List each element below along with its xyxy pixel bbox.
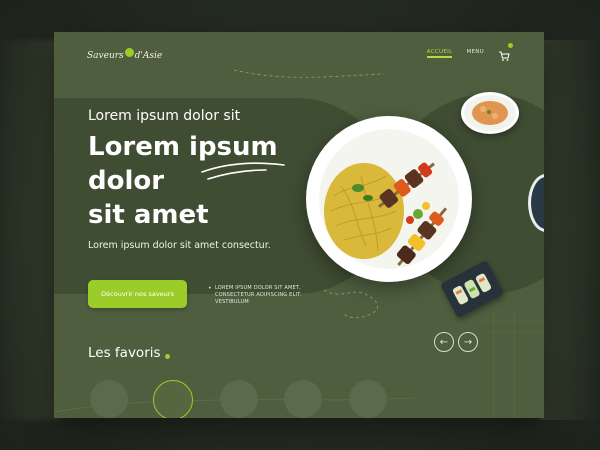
nav-item-menu[interactable]: MENU [466, 49, 484, 58]
hero-subtitle: Lorem ipsum dolor sit amet consectur. [88, 240, 271, 251]
arrow-right-icon: → [463, 336, 473, 348]
main-dish-plate [306, 116, 472, 282]
favorites-dot-icon [164, 353, 170, 359]
headline-line-1: Lorem ipsum [88, 132, 278, 162]
cart-icon [499, 51, 510, 61]
favorite-item-4[interactable] [284, 380, 322, 418]
logo-text-part2: d'Asie [134, 51, 163, 61]
favorites-title: Les favoris [88, 345, 161, 361]
favorite-item-3[interactable] [220, 380, 258, 418]
logo-leaf-icon [124, 47, 134, 57]
nav-item-accueil[interactable]: ACCUEIL [426, 49, 453, 58]
favorite-item-5[interactable] [349, 380, 387, 418]
logo-text-part1: Saveurs [87, 51, 124, 61]
favorite-item-2[interactable] [153, 380, 193, 418]
hero-kicker: Lorem ipsum dolor sit [88, 108, 241, 124]
cart-badge-dot [508, 43, 513, 48]
side-dish-plate-top [461, 92, 519, 134]
cart-button[interactable] [498, 43, 513, 61]
tagline-text: LOREM IPSUM DOLOR SIT AMET, CONSECTETUR … [215, 285, 302, 305]
shrimp-dish-image [464, 95, 516, 131]
hero-tagline: • LOREM IPSUM DOLOR SIT AMET, CONSECTETU… [208, 285, 319, 306]
discover-flavors-button[interactable]: Découvrir nos saveurs [88, 280, 187, 308]
noodles-skewers-image [311, 121, 467, 277]
carousel-prev-button[interactable]: ← [434, 332, 454, 352]
blurred-backdrop-left [0, 40, 60, 420]
arrow-left-icon: ← [439, 336, 449, 348]
headline-line-3: sit amet [88, 200, 209, 230]
blurred-backdrop-right [540, 40, 600, 420]
brand-logo[interactable]: Saveurs d'Asie [87, 45, 162, 67]
carousel-next-button[interactable]: → [458, 332, 478, 352]
main-nav: ACCUEIL MENU [426, 43, 513, 61]
favorite-item-1[interactable] [90, 380, 128, 418]
headline-underline-swoosh [201, 162, 285, 180]
tagline-bullet: • [208, 285, 212, 292]
favorites-heading: Les favoris [88, 345, 170, 361]
landing-page-card: Saveurs d'Asie ACCUEIL MENU Lorem ipsum … [54, 32, 544, 418]
